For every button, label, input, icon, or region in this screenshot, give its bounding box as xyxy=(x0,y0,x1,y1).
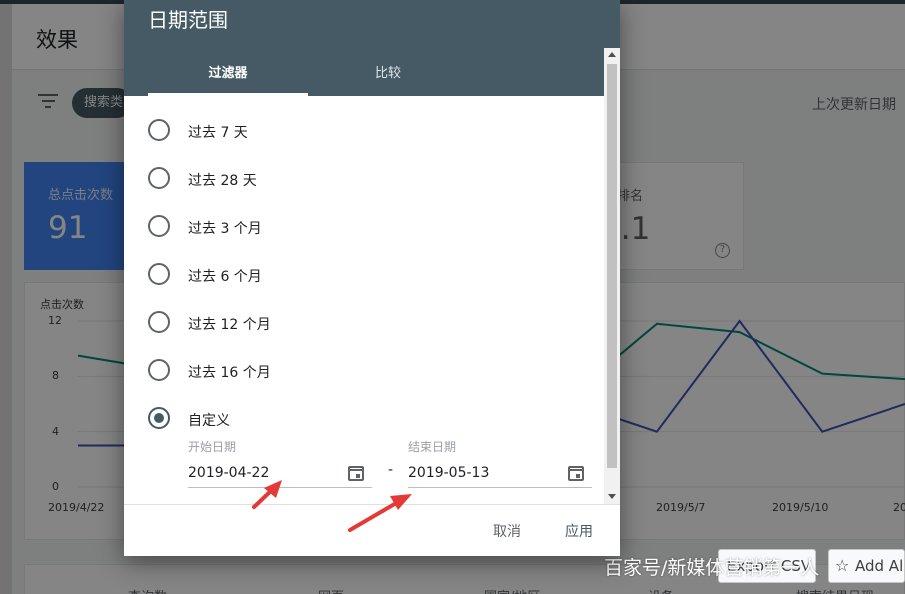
option-label: 过去 6 个月 xyxy=(188,269,262,285)
date-separator: - xyxy=(388,462,394,478)
date-range-dialog: 日期范围 过滤器 比较 过去 7 天 过去 28 天 过去 3 个月 过去 6 … xyxy=(124,0,620,556)
radio-button[interactable] xyxy=(148,119,170,141)
radio-button[interactable] xyxy=(148,359,170,381)
cancel-button[interactable]: 取消 xyxy=(493,521,521,541)
end-date-input[interactable]: 2019-05-13 xyxy=(408,458,592,488)
start-date-input[interactable]: 2019-04-22 xyxy=(188,458,372,488)
start-date-label: 开始日期 xyxy=(188,440,237,454)
option-label: 自定义 xyxy=(188,413,230,429)
option-label: 过去 16 个月 xyxy=(188,365,271,381)
radio-button-selected[interactable] xyxy=(148,407,170,429)
calendar-icon[interactable] xyxy=(348,466,364,481)
radio-button[interactable] xyxy=(148,215,170,237)
dialog-footer: 取消 应用 xyxy=(124,504,620,556)
scroll-thumb[interactable] xyxy=(607,64,617,468)
radio-button[interactable] xyxy=(148,311,170,333)
option-label: 过去 7 天 xyxy=(188,125,248,141)
end-date-value: 2019-05-13 xyxy=(408,465,490,481)
radio-button[interactable] xyxy=(148,167,170,189)
add-all-button[interactable]: ☆ Add All xyxy=(828,549,905,583)
radio-button[interactable] xyxy=(148,263,170,285)
start-date-value: 2019-04-22 xyxy=(188,465,270,481)
dialog-body: 过去 7 天 过去 28 天 过去 3 个月 过去 6 个月 过去 12 个月 … xyxy=(124,96,604,504)
tab-filter[interactable]: 过滤器 xyxy=(148,62,308,81)
dialog-title: 日期范围 xyxy=(148,8,228,32)
dialog-header: 日期范围 过滤器 比较 xyxy=(124,0,620,96)
option-label: 过去 28 天 xyxy=(188,173,257,189)
scroll-up-arrow[interactable] xyxy=(608,52,616,57)
star-icon: ☆ xyxy=(835,556,850,575)
add-all-label: Add All xyxy=(855,557,905,575)
tab-compare[interactable]: 比较 xyxy=(308,62,468,81)
dialog-scrollbar[interactable] xyxy=(604,48,620,504)
watermark: 百家号/新媒体营销第一人 xyxy=(604,557,820,579)
option-label: 过去 3 个月 xyxy=(188,221,262,237)
option-label: 过去 12 个月 xyxy=(188,317,271,333)
end-date-label: 结束日期 xyxy=(408,440,457,454)
scroll-down-arrow[interactable] xyxy=(608,494,616,499)
calendar-icon[interactable] xyxy=(568,466,584,481)
apply-button[interactable]: 应用 xyxy=(565,521,593,541)
